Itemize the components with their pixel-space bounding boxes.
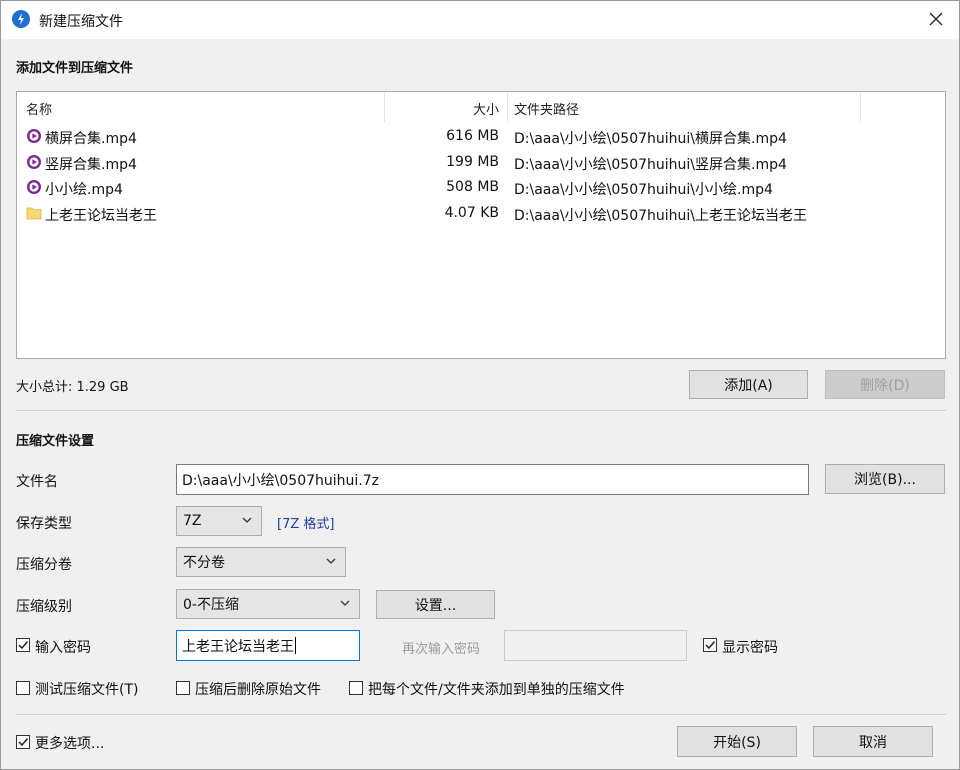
filename-label: 文件名 [16,474,58,490]
split-label: 压缩分卷 [16,557,72,573]
file-list[interactable]: 名称 大小 文件夹路径 横屏合集.mp4 616 MB D:\aaa\小小绘\050… [16,91,946,359]
file-name: 小小绘.mp4 [45,182,123,198]
file-path: D:\aaa\小小绘\0507huihui\上老王论坛当老王 [514,207,808,224]
file-path: D:\aaa\小小绘\0507huihui\横屏合集.mp4 [514,131,787,147]
title-bar: 新建压缩文件 [1,1,959,39]
chevron-down-icon [340,600,350,606]
password-label: 输入密码 [35,640,91,656]
reenter-password-input[interactable] [504,630,687,661]
bottom-divider [16,714,946,715]
checkmark-icon [18,738,29,747]
settings-button[interactable]: 设置... [376,590,495,619]
level-value: 0-不压缩 [183,597,239,613]
password-value: 上老王论坛当老王 [182,638,294,655]
file-size: 616 MB [446,128,499,144]
show-password-checkbox[interactable] [703,638,717,652]
delete-after-checkbox[interactable] [176,681,190,695]
column-separator [507,92,508,122]
file-list-row[interactable]: 小小绘.mp4 508 MB D:\aaa\小小绘\0507huihui\小小绘.m… [17,175,945,200]
add-section-title: 添加文件到压缩文件 [16,61,134,76]
folder-icon [26,205,42,221]
checkmark-icon [18,641,29,650]
video-file-icon [26,128,42,144]
password-checkbox[interactable] [16,638,30,652]
section-divider [16,410,946,411]
checkmark-icon [705,641,716,650]
total-size-label: 大小总计: 1.29 GB [16,380,129,395]
settings-section-title: 压缩文件设置 [16,434,95,449]
close-icon [929,12,943,26]
save-type-value: 7Z [183,513,202,529]
more-options-label: 更多选项... [35,736,105,752]
column-header-size[interactable]: 大小 [407,99,499,118]
more-options-checkbox[interactable] [16,735,30,749]
file-path: D:\aaa\小小绘\0507huihui\小小绘.mp4 [514,182,773,198]
column-separator [860,92,861,122]
text-caret [295,637,296,654]
compression-level-select[interactable]: 0-不压缩 [176,589,360,619]
format-link[interactable]: [7Z 格式] [277,513,334,532]
save-type-label: 保存类型 [16,516,72,532]
app-logo-icon [12,10,30,28]
browse-button[interactable]: 浏览(B)... [825,464,945,494]
file-name: 横屏合集.mp4 [45,131,137,147]
file-list-header: 名称 大小 文件夹路径 [17,92,945,122]
file-path: D:\aaa\小小绘\0507huihui\竖屏合集.mp4 [514,156,787,173]
test-archive-label: 测试压缩文件(T) [35,682,139,698]
test-archive-checkbox[interactable] [16,681,30,695]
password-input[interactable]: 上老王论坛当老王 [176,630,360,661]
file-size: 199 MB [446,153,499,170]
file-size: 508 MB [446,179,499,195]
video-file-icon [26,179,42,195]
add-button[interactable]: 添加(A) [689,370,808,399]
split-volume-select[interactable]: 不分卷 [176,547,346,577]
reenter-password-label: 再次输入密码 [402,642,481,657]
delete-after-label: 压缩后删除原始文件 [195,682,321,698]
chevron-down-icon [326,558,336,564]
delete-button[interactable]: 删除(D) [825,370,945,399]
cancel-button[interactable]: 取消 [813,726,933,757]
file-list-row[interactable]: 竖屏合集.mp4 199 MB D:\aaa\小小绘\0507huihui\竖屏合集… [17,150,945,175]
file-list-row[interactable]: 横屏合集.mp4 616 MB D:\aaa\小小绘\0507huihui\横屏合集… [17,124,945,149]
column-header-name[interactable]: 名称 [26,99,52,118]
filename-input[interactable]: D:\aaa\小小绘\0507huihui.7z [176,464,809,495]
level-label: 压缩级别 [16,599,72,615]
save-type-select[interactable]: 7Z [176,506,262,536]
file-name: 竖屏合集.mp4 [45,156,137,173]
column-separator [384,92,385,122]
chevron-down-icon [242,517,252,523]
close-button[interactable] [919,4,953,34]
file-list-row[interactable]: 上老王论坛当老王 4.07 KB D:\aaa\小小绘\0507huihui\上老王… [17,201,945,226]
split-value: 不分卷 [183,555,225,571]
start-button[interactable]: 开始(S) [677,726,797,757]
show-password-label: 显示密码 [722,640,778,656]
video-file-icon [26,154,42,170]
window-title: 新建压缩文件 [39,14,123,30]
each-separate-label: 把每个文件/文件夹添加到单独的压缩文件 [368,682,625,698]
file-size: 4.07 KB [444,204,499,221]
compress-dialog: 新建压缩文件 添加文件到压缩文件 名称 大小 文件夹路径 横屏合集.mp4 616… [0,0,960,770]
each-separate-checkbox[interactable] [349,681,363,695]
column-header-path[interactable]: 文件夹路径 [514,99,579,118]
file-name: 上老王论坛当老王 [45,207,157,224]
